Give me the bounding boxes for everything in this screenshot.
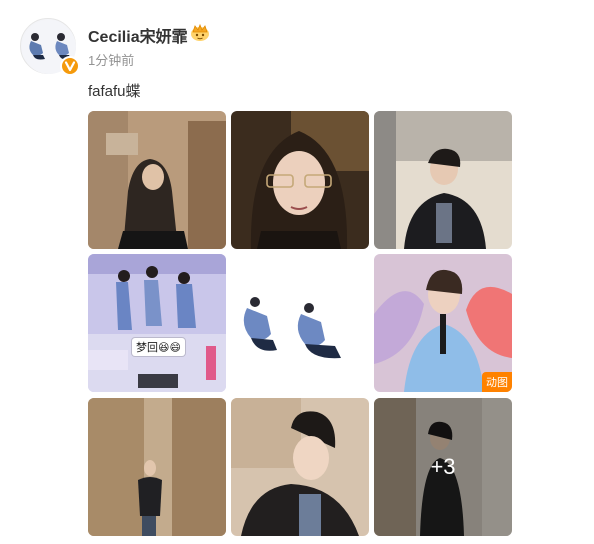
verified-v-icon <box>64 61 76 72</box>
grid-image-8[interactable] <box>231 398 369 536</box>
grid-image-9[interactable]: +3 <box>374 398 512 536</box>
grid-image-7[interactable] <box>88 398 226 536</box>
image-caption: 梦回😆😄 <box>132 338 185 356</box>
post-text: fafafu蝶 <box>88 83 141 100</box>
photo-image <box>88 398 226 536</box>
grid-image-1[interactable] <box>88 111 226 249</box>
more-images-overlay[interactable]: +3 <box>374 398 512 536</box>
photo-image <box>88 254 226 392</box>
author-name[interactable]: Cecilia宋妍霏 <box>88 23 188 47</box>
crown-badge-icon[interactable] <box>189 22 211 42</box>
grid-image-6[interactable]: 动图 <box>374 254 512 392</box>
photo-image <box>231 254 369 392</box>
photo-image <box>88 111 226 249</box>
grid-image-4[interactable]: 梦回😆😄 <box>88 254 226 392</box>
verified-badge <box>60 56 80 76</box>
image-grid: 梦回😆😄 动图 +3 <box>88 111 514 536</box>
grid-image-5[interactable] <box>231 254 369 392</box>
post-timestamp[interactable]: 1分钟前 <box>88 50 134 69</box>
grid-image-3[interactable] <box>374 111 512 249</box>
photo-image <box>231 111 369 249</box>
photo-image <box>374 111 512 249</box>
photo-image <box>231 398 369 536</box>
grid-image-2[interactable] <box>231 111 369 249</box>
gif-badge: 动图 <box>482 372 512 392</box>
